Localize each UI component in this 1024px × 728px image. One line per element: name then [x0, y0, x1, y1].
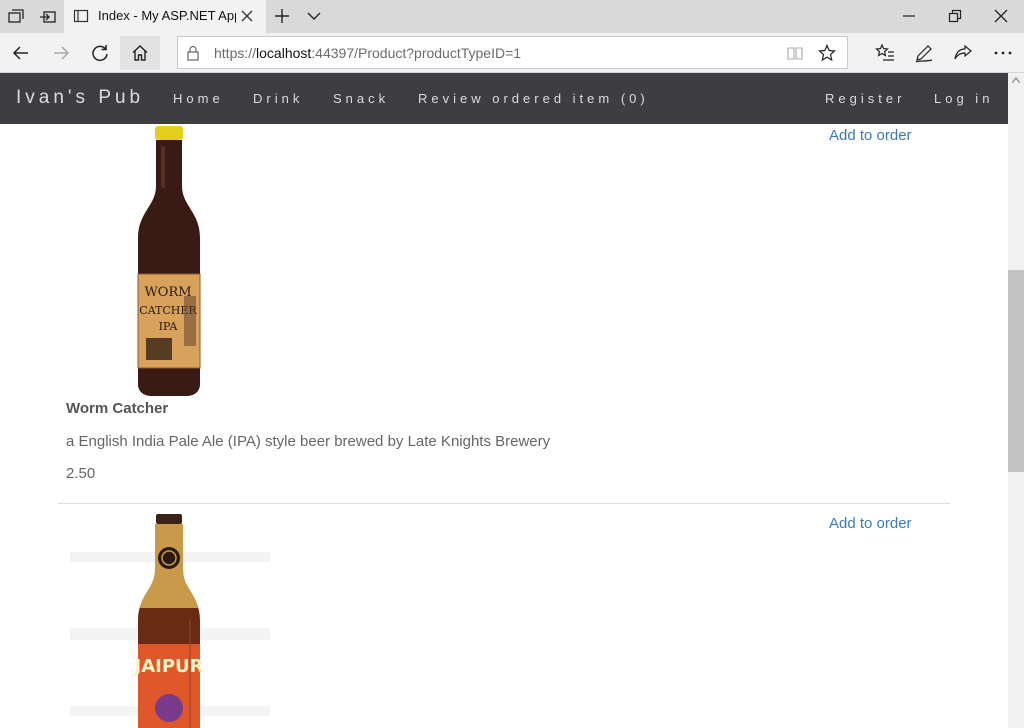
home-icon: [132, 45, 148, 61]
product-list: Add to order WORM CATCHER IPA Worm Catch…: [0, 124, 1008, 728]
tab-preview-icon[interactable]: [306, 10, 322, 22]
product-image: JAIPUR: [70, 514, 270, 728]
nav-review-ordered[interactable]: Review ordered item (0): [418, 91, 649, 106]
url-text: https://localhost:44397/Product?productT…: [214, 45, 521, 61]
browser-tab[interactable]: Index - My ASP.NET App: [64, 0, 266, 33]
add-to-order-link[interactable]: Add to order: [829, 127, 912, 144]
new-tab-icon[interactable]: [274, 8, 290, 24]
nav-snack[interactable]: Snack: [333, 91, 389, 106]
product-divider: [58, 503, 950, 504]
favorites-icon[interactable]: [875, 43, 895, 63]
notes-icon[interactable]: [914, 43, 934, 63]
nav-login[interactable]: Log in: [934, 91, 993, 106]
favorite-star-icon[interactable]: [818, 44, 836, 62]
scrollbar-thumb[interactable]: [1008, 270, 1024, 472]
scroll-up-icon[interactable]: [1012, 77, 1020, 83]
forward-icon[interactable]: [51, 43, 71, 63]
home-button[interactable]: [120, 36, 160, 70]
restore-icon[interactable]: [947, 8, 963, 24]
refresh-icon[interactable]: [90, 43, 110, 63]
back-icon[interactable]: [11, 43, 31, 63]
svg-text:IPA: IPA: [159, 320, 179, 333]
product-price: 2.50: [66, 465, 96, 482]
browser-tab-bar: Index - My ASP.NET App: [0, 0, 1024, 33]
address-input[interactable]: https://localhost:44397/Product?productT…: [177, 36, 848, 69]
address-toolbar: https://localhost:44397/Product?productT…: [0, 33, 1024, 73]
site-navbar: Ivan's Pub Home Drink Snack Review order…: [0, 73, 1008, 124]
product-name: Worm Catcher: [66, 400, 169, 417]
set-aside-tabs-icon[interactable]: [37, 6, 59, 28]
tab-actions-icon[interactable]: [5, 6, 27, 28]
brand-link[interactable]: Ivan's Pub: [16, 87, 144, 109]
share-icon[interactable]: [953, 43, 973, 63]
url-scheme: https://: [214, 45, 257, 61]
nav-drink[interactable]: Drink: [253, 91, 303, 106]
add-to-order-link[interactable]: Add to order: [829, 515, 912, 532]
nav-home[interactable]: Home: [173, 91, 224, 106]
nav-register[interactable]: Register: [825, 91, 905, 106]
url-host: localhost: [256, 45, 312, 61]
page-icon: [73, 9, 89, 23]
minimize-icon[interactable]: [901, 8, 917, 24]
lock-icon: [187, 45, 199, 61]
url-path: :44397/Product?productTypeID=1: [311, 45, 522, 61]
close-tab-icon[interactable]: [240, 9, 254, 23]
page-scrollbar[interactable]: [1008, 73, 1024, 728]
product-description: a English India Pale Ale (IPA) style bee…: [66, 433, 551, 450]
product-image: WORM CATCHER IPA: [137, 126, 201, 396]
svg-text:JAIPUR: JAIPUR: [133, 656, 204, 677]
more-icon[interactable]: [993, 43, 1013, 63]
tab-title: Index - My ASP.NET App: [98, 8, 236, 23]
reading-view-icon[interactable]: [787, 46, 803, 60]
close-window-icon[interactable]: [993, 8, 1009, 24]
